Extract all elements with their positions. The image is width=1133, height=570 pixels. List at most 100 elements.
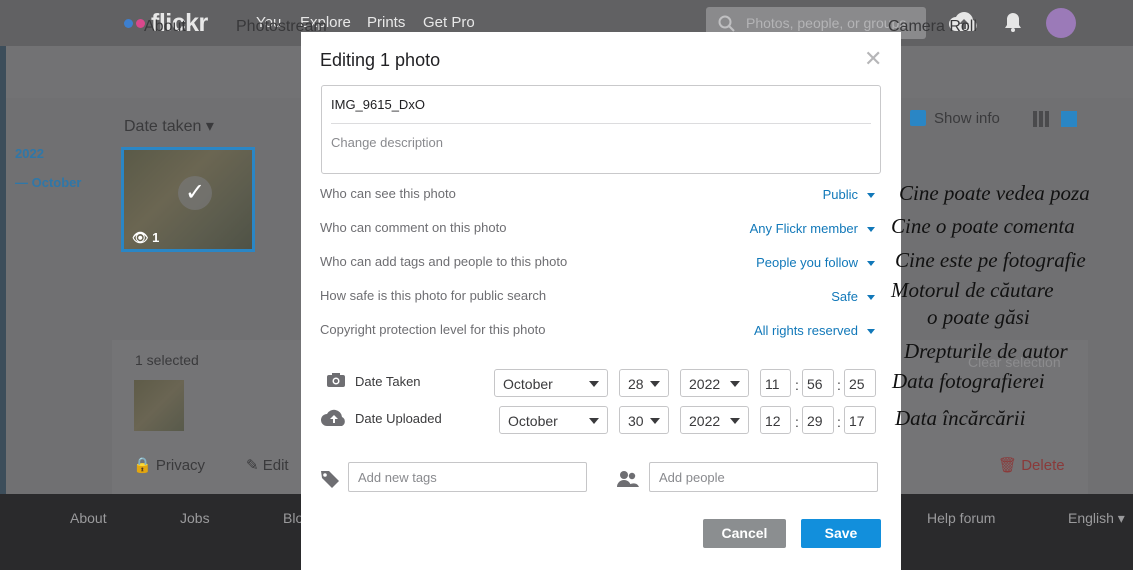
description-field[interactable]: Change description — [331, 135, 443, 150]
annotation-copyright: Drepturile de autor — [904, 339, 1068, 363]
chevron-down-icon — [650, 381, 660, 387]
edit-button[interactable]: ✎ Edit — [246, 456, 289, 474]
sort-dropdown[interactable]: Date taken ▾ — [124, 116, 214, 136]
chevron-down-icon — [730, 381, 740, 387]
grid-small-icon[interactable] — [1033, 111, 1049, 127]
eye-icon: 👁 — [132, 230, 149, 245]
date-taken-month: October — [503, 376, 553, 392]
date-uploaded-month: October — [508, 413, 558, 429]
date-uploaded-second-input[interactable]: 17 — [844, 406, 876, 434]
grid-large-icon[interactable] — [1061, 111, 1077, 127]
show-info-checkbox[interactable] — [910, 110, 926, 126]
safety-dropdown[interactable]: Safe — [831, 289, 875, 304]
tags-permission-value: People you follow — [756, 255, 858, 270]
dialog-title: Editing 1 photo — [320, 50, 441, 70]
lock-icon: 🔒 — [133, 457, 152, 474]
visibility-value: Public — [822, 187, 858, 202]
delete-label: Delete — [1021, 457, 1065, 474]
timeline-month[interactable]: — October — [15, 175, 81, 190]
chevron-down-icon — [730, 418, 740, 424]
footer-help-forum[interactable]: Help forum — [927, 510, 995, 526]
date-taken-minute-input[interactable]: 56 — [802, 369, 834, 397]
chevron-down-icon — [867, 193, 875, 199]
delete-button[interactable]: 🗑 Delete — [998, 456, 1065, 474]
date-taken-year: 2022 — [689, 376, 721, 392]
window-edge — [0, 46, 6, 570]
safety-value: Safe — [831, 289, 858, 304]
date-uploaded-year-select[interactable]: 2022 — [680, 406, 749, 434]
date-taken-hour-input[interactable]: 11 — [760, 369, 791, 397]
view-count: 👁 1 — [132, 230, 159, 246]
date-taken-year-select[interactable]: 2022 — [680, 369, 749, 397]
copyright-value: All rights reserved — [753, 323, 858, 338]
cancel-button[interactable]: Cancel — [703, 519, 786, 548]
chevron-down-icon — [589, 381, 599, 387]
comment-value: Any Flickr member — [749, 221, 858, 236]
permission-label-visibility: Who can see this photo — [320, 186, 456, 201]
date-taken-day-select[interactable]: 28 — [619, 369, 669, 397]
subnav-camera-roll[interactable]: Camera Roll — [888, 18, 977, 36]
save-button[interactable]: Save — [801, 519, 881, 548]
footer-language[interactable]: English ▾ — [1068, 510, 1125, 527]
date-uploaded-label: Date Uploaded — [355, 411, 442, 426]
time-separator: : — [837, 414, 841, 430]
divider — [331, 123, 871, 124]
date-uploaded-year: 2022 — [689, 413, 721, 429]
timeline-year[interactable]: 2022 — [15, 146, 44, 161]
annotation-date-taken: Data fotografierei — [892, 369, 1045, 393]
annotation-date-uploaded: Data încărcării — [895, 406, 1026, 430]
chevron-down-icon — [867, 295, 875, 301]
date-taken-label: Date Taken — [355, 374, 421, 389]
people-icon — [617, 471, 639, 487]
date-uploaded-day-select[interactable]: 30 — [619, 406, 669, 434]
chevron-down-icon — [867, 227, 875, 233]
photo-thumbnail[interactable]: ✓ 👁 1 — [121, 147, 255, 252]
checkmark-icon: ✓ — [178, 176, 212, 210]
permission-label-comment: Who can comment on this photo — [320, 220, 507, 235]
comment-dropdown[interactable]: Any Flickr member — [750, 221, 875, 236]
photo-title-field[interactable]: IMG_9615_DxO — [331, 97, 425, 112]
notification-bell-icon[interactable] — [1003, 11, 1023, 33]
annotation-search-line1: Motorul de căutare — [891, 278, 1054, 302]
footer-language-label: English — [1068, 510, 1114, 526]
selected-count: 1 selected — [135, 352, 199, 368]
nav-prints[interactable]: Prints — [367, 14, 405, 31]
tags-permission-dropdown[interactable]: People you follow — [756, 255, 875, 270]
time-separator: : — [795, 414, 799, 430]
edit-label: Edit — [262, 457, 289, 474]
date-taken-second-input[interactable]: 25 — [844, 369, 876, 397]
close-icon[interactable]: ✕ — [864, 46, 882, 72]
chevron-down-icon — [589, 418, 599, 424]
date-taken-month-select[interactable]: October — [494, 369, 608, 397]
trash-icon: 🗑 — [998, 457, 1018, 474]
date-uploaded-month-select[interactable]: October — [499, 406, 608, 434]
date-uploaded-hour-input[interactable]: 12 — [760, 406, 791, 434]
edit-icon: ✎ — [246, 457, 259, 474]
annotation-search-line2: o poate găsi — [927, 305, 1030, 329]
avatar[interactable] — [1046, 8, 1076, 38]
subnav-about[interactable]: About — [144, 18, 186, 36]
sort-label: Date taken — [124, 118, 202, 135]
time-separator: : — [795, 377, 799, 393]
search-placeholder: Photos, people, or groups — [746, 15, 907, 31]
footer-about[interactable]: About — [70, 510, 107, 526]
add-tags-input[interactable]: Add new tags — [348, 462, 587, 492]
copyright-dropdown[interactable]: All rights reserved — [754, 323, 875, 338]
privacy-label: Privacy — [155, 457, 206, 474]
chevron-down-icon — [867, 261, 875, 267]
privacy-button[interactable]: 🔒 Privacy — [133, 456, 205, 474]
footer-jobs[interactable]: Jobs — [180, 510, 210, 526]
visibility-dropdown[interactable]: Public — [823, 187, 875, 202]
date-uploaded-minute-input[interactable]: 29 — [802, 406, 834, 434]
permission-label-tags: Who can add tags and people to this phot… — [320, 254, 568, 269]
add-people-input[interactable]: Add people — [649, 462, 878, 492]
show-info-label: Show info — [934, 110, 1000, 127]
date-taken-day: 28 — [628, 376, 644, 392]
permission-label-safety: How safe is this photo for public search — [320, 288, 547, 303]
selected-thumbnail[interactable] — [134, 380, 184, 431]
annotation-tags: Cine este pe fotografie — [895, 248, 1086, 272]
upload-cloud-icon — [321, 409, 345, 426]
nav-get-pro[interactable]: Get Pro — [423, 14, 475, 31]
search-icon — [718, 15, 735, 32]
camera-icon — [327, 373, 345, 387]
